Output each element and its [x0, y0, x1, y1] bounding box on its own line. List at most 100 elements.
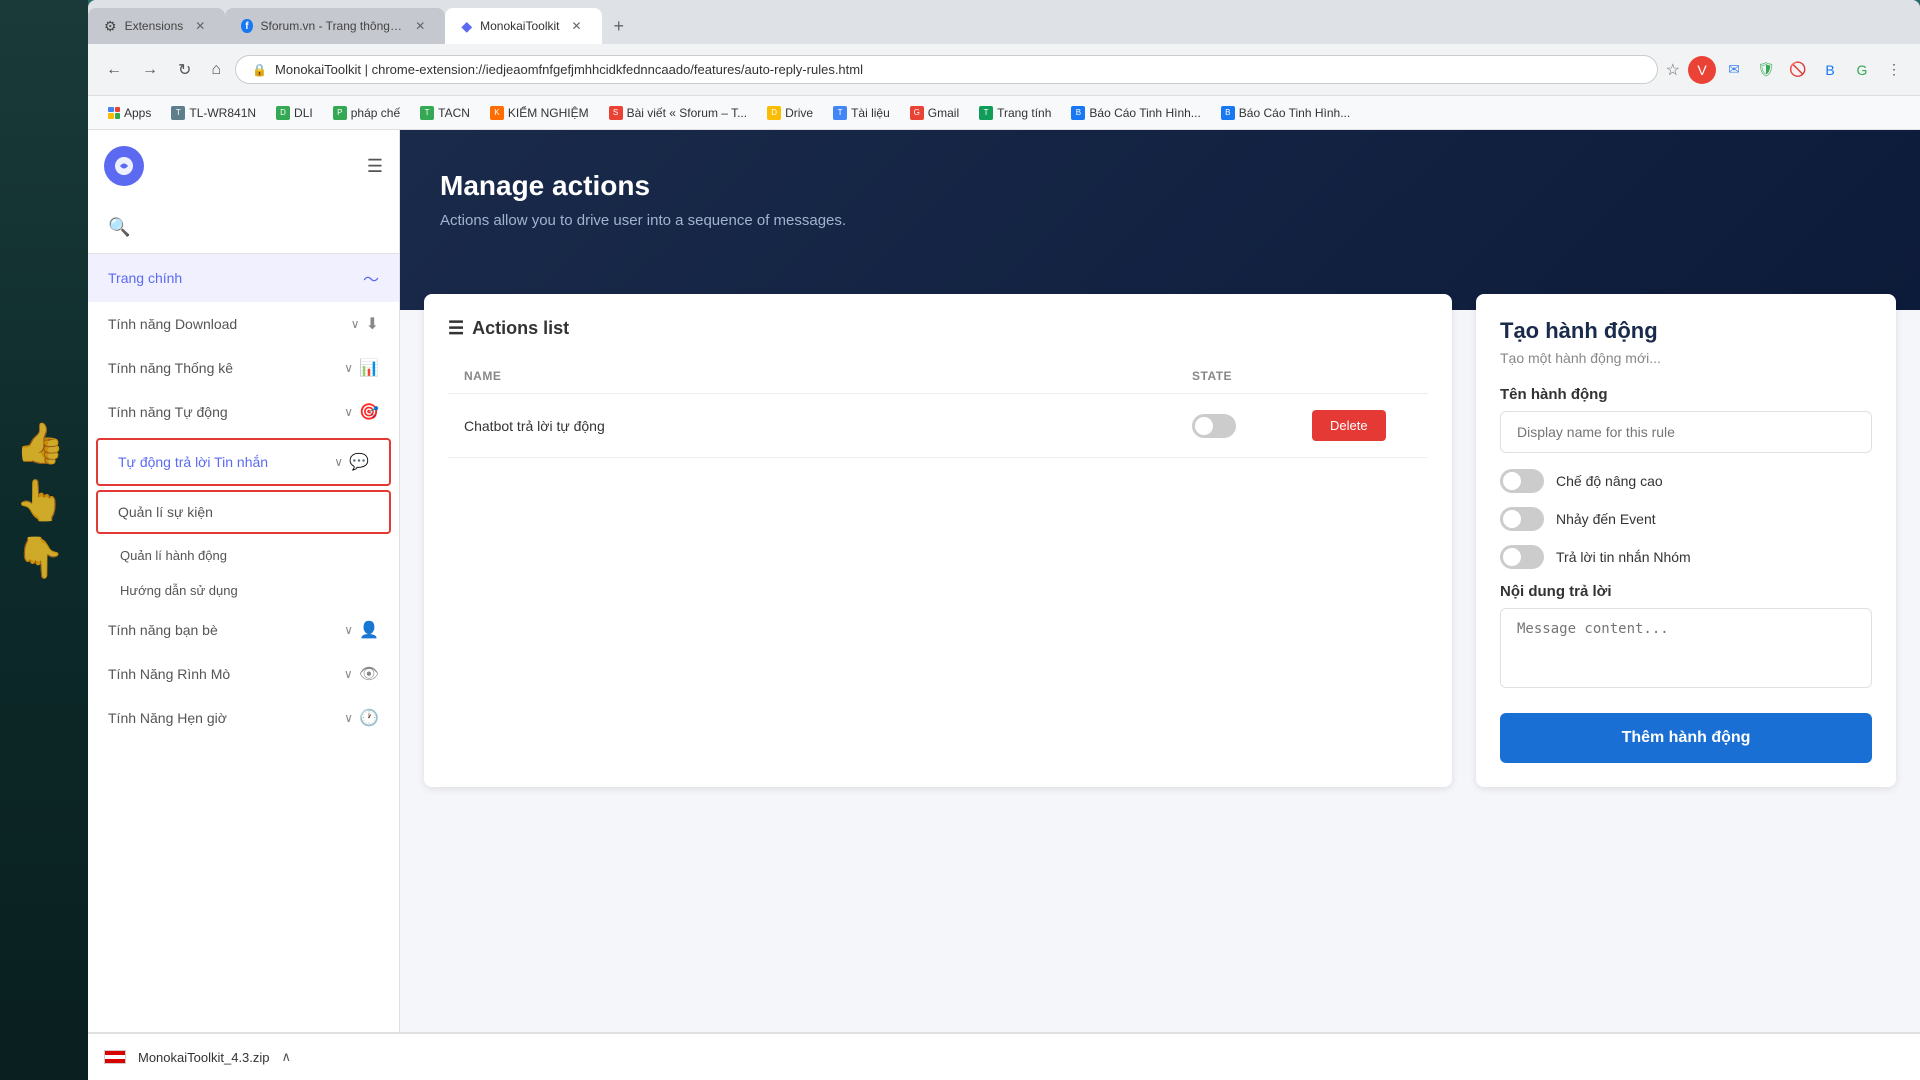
app-content: ☰ 🔍 Trang chính 〜 Tính năng Download ∨ ⬇ [88, 130, 1920, 1080]
rinmo-label: Tính Năng Rình Mò [108, 666, 230, 682]
sidebar-logo [104, 146, 144, 186]
banbe-icon: 👤 [359, 620, 379, 640]
new-tab-button[interactable]: + [606, 12, 633, 41]
reload-button[interactable]: ↻ [172, 54, 197, 86]
bookmarks-bar: Apps T TL-WR841N D DLI P pháp chế T TACN… [88, 96, 1920, 130]
sidebar-item-thongke[interactable]: Tính năng Thống kê ∨ 📊 [88, 346, 399, 390]
hero-subtitle: Actions allow you to drive user into a s… [440, 212, 1880, 229]
monokai-tab-close[interactable]: ✕ [567, 17, 585, 35]
bookmark-baocao2[interactable]: B Báo Cáo Tinh Hình... [1213, 103, 1358, 123]
sidebar-item-hengio[interactable]: Tính Năng Hẹn giờ ∨ 🕐 [88, 696, 399, 740]
bookmark-drive-icon: D [767, 106, 781, 120]
sidebar-item-tuloi[interactable]: Tự động trả lời Tin nhắn ∨ 💬 [98, 440, 389, 484]
bookmark-gmail[interactable]: G Gmail [902, 103, 967, 123]
mail-icon[interactable]: ✉ [1720, 56, 1748, 84]
sidebar-item-banbe[interactable]: Tính năng bạn bè ∨ 👤 [88, 608, 399, 652]
search-bar: 🔍 [88, 202, 399, 254]
bookmark-baocao2-label: Báo Cáo Tinh Hình... [1239, 106, 1350, 120]
hengio-label: Tính Năng Hẹn giờ [108, 710, 227, 726]
card-header: ☰ Actions list [448, 318, 1428, 339]
bookmark-trangtinh[interactable]: T Trang tính [971, 103, 1059, 123]
thongke-arrow: ∨ [344, 361, 353, 375]
block-icon[interactable]: 🚫 [1784, 56, 1812, 84]
ext-icon[interactable]: G [1848, 56, 1876, 84]
sidebar: ☰ 🔍 Trang chính 〜 Tính năng Download ∨ ⬇ [88, 130, 400, 1080]
content-textarea[interactable] [1500, 608, 1872, 688]
bookmark-baiviet[interactable]: S Bài viết « Sforum – T... [601, 103, 756, 123]
bookmark-tailieu[interactable]: T Tài liệu [825, 103, 898, 123]
bookmark-tacn-icon: T [420, 106, 434, 120]
bookmark-baocao1-icon: B [1071, 106, 1085, 120]
bookmark-kiemnghiem[interactable]: K KIỂM NGHIỆM [482, 103, 597, 123]
sidebar-item-rinmo[interactable]: Tính Năng Rình Mò ∨ 👁 [88, 652, 399, 696]
hero-title: Manage actions [440, 170, 1880, 202]
jump-event-label: Nhảy đến Event [1556, 511, 1656, 527]
shield-icon[interactable]: 🛡 [1752, 56, 1780, 84]
main-panel: Manage actions Actions allow you to driv… [400, 130, 1920, 1080]
add-action-button[interactable]: Thêm hành động [1500, 713, 1872, 763]
thongke-icon: 📊 [359, 358, 379, 378]
banbe-arrow: ∨ [344, 623, 353, 637]
group-reply-row: Trả lời tin nhắn Nhóm [1500, 545, 1872, 569]
hengio-icon: 🕐 [359, 708, 379, 728]
sidebar-menu-icon[interactable]: ☰ [367, 156, 383, 177]
advanced-mode-toggle[interactable] [1500, 469, 1544, 493]
trang-chinh-label: Trang chính [108, 270, 182, 286]
table-row: Chatbot trả lời tự động Delete [448, 394, 1428, 458]
col-name-header: NAME [464, 369, 1192, 383]
bookmark-tl-icon: T [171, 106, 185, 120]
name-input[interactable] [1500, 411, 1872, 453]
sforum-tab-close[interactable]: ✕ [411, 17, 429, 35]
rinmo-icon: 👁 [359, 664, 379, 684]
bookmark-tl-label: TL-WR841N [189, 106, 256, 120]
sidebar-item-download[interactable]: Tính năng Download ∨ ⬇ [88, 302, 399, 346]
bookmark-baocao1[interactable]: B Báo Cáo Tinh Hình... [1063, 103, 1208, 123]
back-button[interactable]: ← [100, 55, 128, 85]
toggle-switch[interactable] [1192, 414, 1236, 438]
extensions-tab-close[interactable]: ✕ [191, 17, 209, 35]
create-panel: Tạo hành động Tạo một hành động mới... T… [1476, 294, 1896, 787]
tab-extensions[interactable]: ⚙ Extensions ✕ [88, 8, 225, 44]
bookmark-tl[interactable]: T TL-WR841N [163, 103, 264, 123]
bookmark-dli[interactable]: D DLI [268, 103, 321, 123]
apps-grid-icon [108, 107, 120, 119]
jump-event-toggle[interactable] [1500, 507, 1544, 531]
group-reply-toggle[interactable] [1500, 545, 1544, 569]
bookmark-baocao2-icon: B [1221, 106, 1235, 120]
bookmark-gmail-icon: G [910, 106, 924, 120]
forward-button[interactable]: → [136, 55, 164, 85]
jump-event-row: Nhảy đến Event [1500, 507, 1872, 531]
banbe-label: Tính năng bạn bè [108, 622, 218, 638]
bookmark-phapche[interactable]: P pháp chế [325, 103, 408, 123]
bookmark-apps[interactable]: Apps [100, 103, 159, 123]
sidebar-sub-quanli-hd[interactable]: Quản lí hành động [88, 538, 399, 573]
quanli-hd-label: Quản lí hành động [120, 548, 227, 563]
tab-sforum[interactable]: f Sforum.vn - Trang thông tin côn... ✕ [225, 8, 445, 44]
tab-bar: ⚙ Extensions ✕ f Sforum.vn - Trang thông… [88, 0, 1920, 44]
bookmark-icon[interactable]: B [1816, 56, 1844, 84]
lock-icon: 🔒 [252, 63, 267, 77]
bookmark-tacn[interactable]: T TACN [412, 103, 478, 123]
delete-button[interactable]: Delete [1312, 410, 1386, 441]
col-action-header [1312, 369, 1412, 383]
search-input[interactable] [138, 219, 379, 237]
extensions-tab-label: Extensions [125, 19, 184, 33]
vpn-icon[interactable]: V [1688, 56, 1716, 84]
download-bar: MonokaiToolkit_4.3.zip ∧ [88, 1032, 1920, 1080]
sidebar-item-trang-chinh[interactable]: Trang chính 〜 [88, 254, 399, 302]
bookmark-star-icon[interactable]: ☆ [1666, 60, 1680, 80]
download-chevron-icon[interactable]: ∧ [282, 1049, 292, 1065]
menu-dots-icon[interactable]: ⋮ [1880, 56, 1908, 84]
tab-monokai[interactable]: ◆ MonokaiToolkit ✕ [445, 8, 601, 44]
download-filename: MonokaiToolkit_4.3.zip [138, 1050, 270, 1065]
bookmark-apps-label: Apps [124, 106, 151, 120]
sidebar-item-tudong[interactable]: Tính năng Tự động ∨ 🎯 [88, 390, 399, 434]
bookmark-drive[interactable]: D Drive [759, 103, 821, 123]
sidebar-sub-huongdan[interactable]: Hướng dẫn sử dụng [88, 573, 399, 608]
url-bar[interactable]: 🔒 MonokaiToolkit | chrome-extension://ie… [235, 55, 1658, 84]
rinmo-arrow: ∨ [344, 667, 353, 681]
sidebar-item-quanli[interactable]: Quản lí sự kiện [98, 492, 389, 532]
row-state-toggle[interactable] [1192, 414, 1312, 438]
home-button[interactable]: ⌂ [205, 55, 227, 85]
download-icon: ⬇ [366, 314, 379, 334]
